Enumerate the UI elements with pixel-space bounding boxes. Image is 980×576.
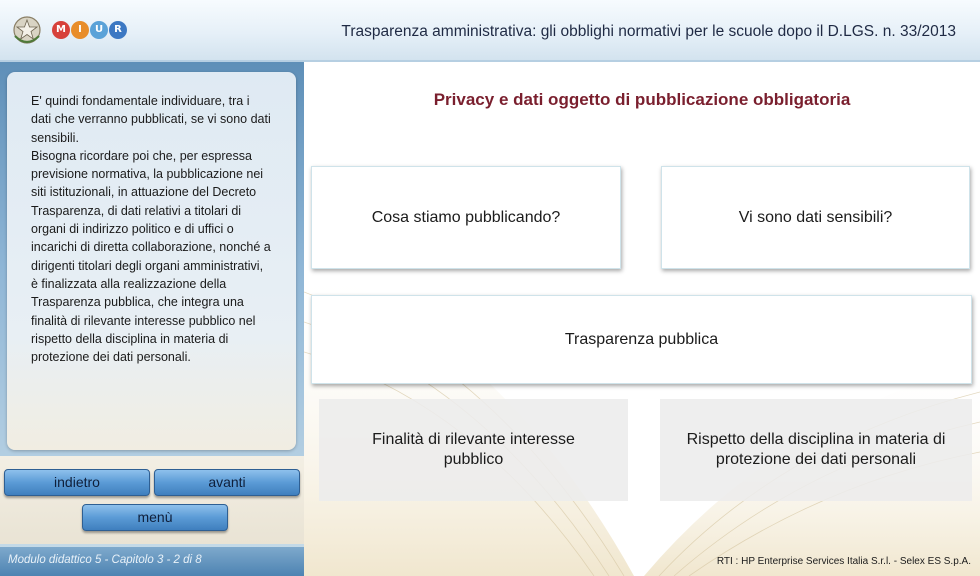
miur-letter-i: I <box>71 21 89 39</box>
card-trasparenza-pubblica[interactable]: Trasparenza pubblica <box>311 295 972 384</box>
sidebar-body-text: E' quindi fondamentale individuare, tra … <box>31 94 271 365</box>
course-title: Trasparenza amministrativa: gli obblighi… <box>341 23 956 40</box>
card-rispetto-label: Rispetto della disciplina in materia di … <box>686 431 946 468</box>
card-dati-sensibili[interactable]: Vi sono dati sensibili? <box>661 166 970 269</box>
miur-letter-u: U <box>90 21 108 39</box>
card-cosa-label: Cosa stiamo pubblicando? <box>371 208 561 226</box>
credits-text: RTI : HP Enterprise Services Italia S.r.… <box>716 556 971 567</box>
miur-logo: M I U R <box>52 21 128 43</box>
back-button[interactable]: indietro <box>4 469 150 496</box>
card-rispetto-disciplina: Rispetto della disciplina in materia di … <box>660 399 972 501</box>
card-finalita-label: Finalità di rilevante interesse pubblico <box>372 431 575 468</box>
next-button[interactable]: avanti <box>154 469 300 496</box>
card-sensibili-label: Vi sono dati sensibili? <box>738 208 893 226</box>
miur-letter-m: M <box>52 21 70 39</box>
page-title: Privacy e dati oggetto di pubblicazione … <box>433 90 851 109</box>
card-cosa-stiamo-pubblicando[interactable]: Cosa stiamo pubblicando? <box>311 166 621 269</box>
miur-letter-r: R <box>109 21 127 39</box>
sidebar-text-panel: E' quindi fondamentale individuare, tra … <box>7 72 296 450</box>
card-trasparenza-label: Trasparenza pubblica <box>564 330 719 348</box>
card-finalita-interesse-pubblico: Finalità di rilevante interesse pubblico <box>319 399 628 501</box>
module-progress-label: Modulo didattico 5 - Capitolo 3 - 2 di 8 <box>0 547 304 576</box>
header-bar: M I U R Trasparenza amministrativa: gli … <box>0 0 980 62</box>
italian-emblem-icon <box>13 16 41 44</box>
menu-button[interactable]: menù <box>82 504 228 531</box>
